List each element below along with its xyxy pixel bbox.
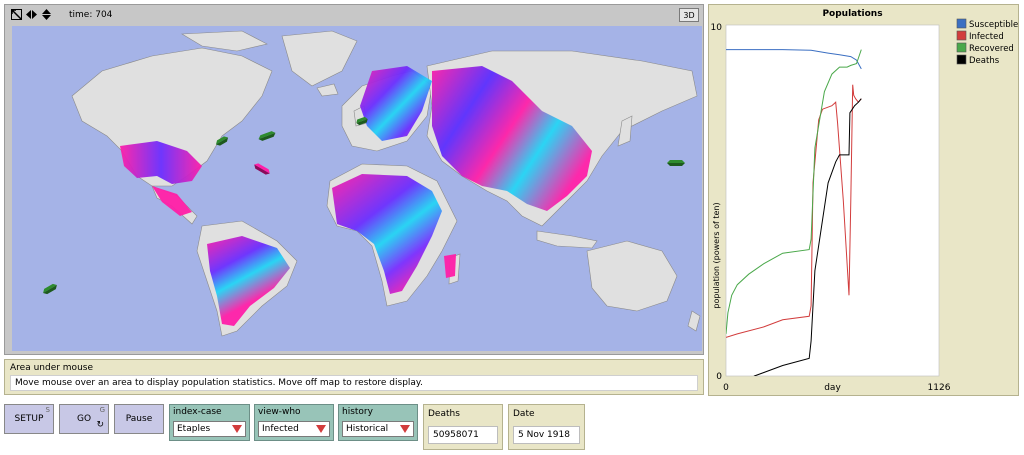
legend-swatch-susceptible [956,18,967,29]
date-title: Date [513,409,535,419]
3d-view-button[interactable]: 3D [679,8,699,22]
deaths-monitor: Deaths 50958071 [423,404,503,450]
date-value: 5 Nov 1918 [513,426,580,444]
move-left-right-icon[interactable] [26,9,37,20]
y-tick-min: 0 [716,372,722,382]
view-who-value: Infected [262,424,299,434]
x-tick-min: 0 [723,383,729,393]
legend-swatch-recovered [956,42,967,53]
pause-button-label: Pause [125,414,153,424]
index-case-title: index-case [173,407,222,417]
setup-key-hint: S [45,406,50,414]
zoom-icon[interactable] [11,9,22,20]
plot-title: Populations [822,9,882,19]
view-toolbar: time: 704 3D [5,5,703,25]
area-under-mouse-panel: Area under mouse Move mouse over an area… [4,359,704,395]
index-case-chooser[interactable]: index-case Etaples [169,404,250,441]
history-title: history [342,407,373,417]
x-axis-label: day [824,383,841,393]
legend-label-susceptible: Susceptible [969,20,1018,30]
populations-plot: Populations day population (powers of ten)… [708,4,1019,396]
go-key-hint: G [99,406,105,414]
y-tick-max: 10 [711,23,723,33]
history-chooser[interactable]: history Historical [338,404,418,441]
forever-icon: ↻ [96,420,104,430]
x-tick-max: 1126 [928,383,951,393]
history-value: Historical [346,424,389,434]
legend-label-recovered: Recovered [969,44,1014,54]
legend-label-infected: Infected [969,32,1004,42]
world-map[interactable] [12,26,702,351]
legend-label-deaths: Deaths [969,56,1000,66]
deaths-value: 50958071 [428,426,498,444]
view-who-chooser[interactable]: view-who Infected [254,404,334,441]
history-select[interactable]: Historical [342,421,414,437]
setup-button[interactable]: SETUP S [4,404,54,434]
legend-swatch-deaths [956,54,967,65]
plot-area [725,24,940,377]
setup-button-label: SETUP [14,414,44,424]
view-who-title: view-who [258,407,301,417]
deaths-title: Deaths [428,409,460,419]
legend-swatch-infected [956,30,967,41]
ticks-label: time: 704 [69,10,113,20]
go-button[interactable]: GO G ↻ [59,404,109,434]
area-under-mouse-output: Move mouse over an area to display popul… [10,375,698,391]
area-under-mouse-title: Area under mouse [10,363,93,373]
dropdown-arrow-icon[interactable] [400,425,410,433]
view-who-select[interactable]: Infected [258,421,330,437]
move-up-down-icon[interactable] [41,9,52,20]
y-axis-label: population (powers of ten) [712,202,721,308]
dropdown-arrow-icon[interactable] [232,425,242,433]
index-case-select[interactable]: Etaples [173,421,246,437]
pause-button[interactable]: Pause [114,404,164,434]
index-case-value: Etaples [177,424,211,434]
world-view[interactable]: time: 704 3D [4,4,704,355]
populations-chart: Populations day population (powers of ten)… [711,9,1019,393]
dropdown-arrow-icon[interactable] [316,425,326,433]
date-monitor: Date 5 Nov 1918 [508,404,585,450]
